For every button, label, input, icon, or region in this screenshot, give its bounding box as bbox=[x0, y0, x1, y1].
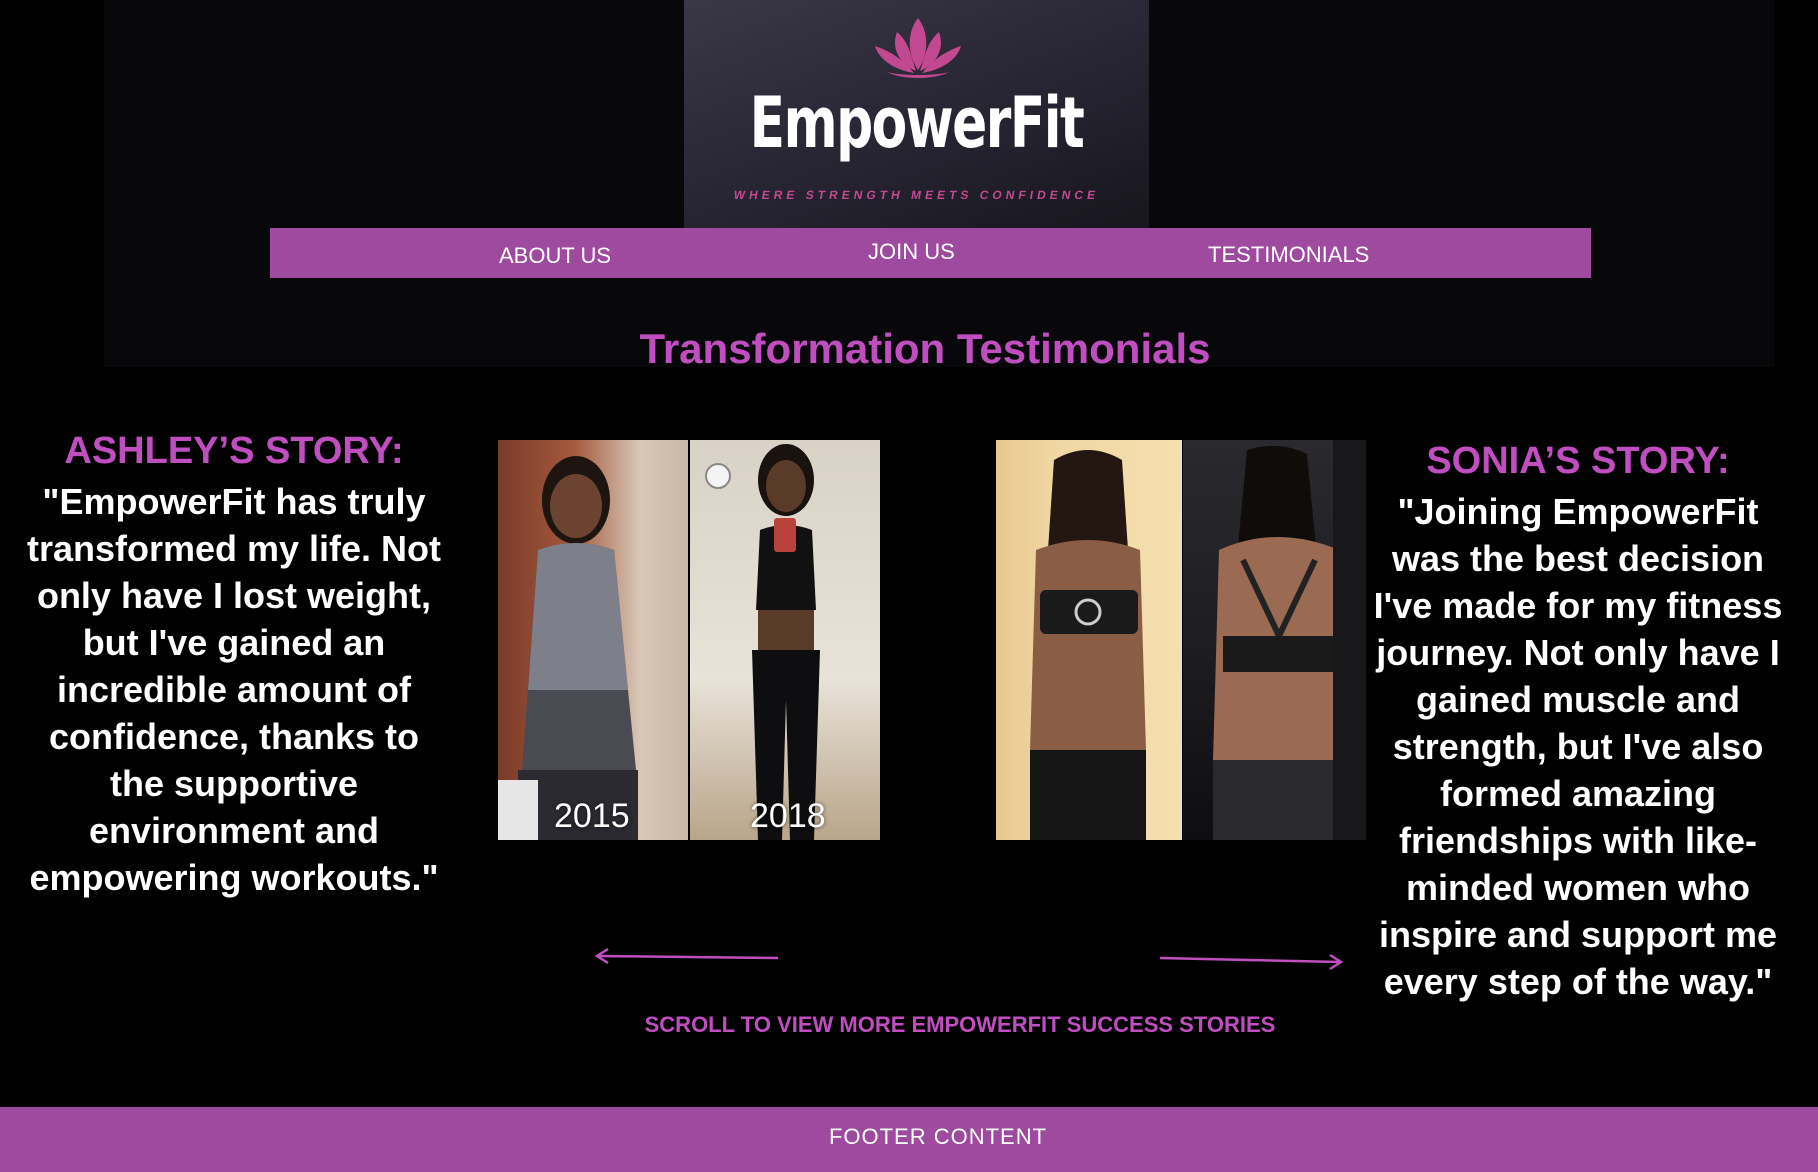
story-quote-sonia: "Joining EmpowerFit was the best decisio… bbox=[1373, 491, 1783, 1002]
arrow-left-icon[interactable] bbox=[594, 946, 780, 970]
brand-tagline: WHERE STRENGTH MEETS CONFIDENCE bbox=[732, 188, 1101, 202]
nav-testimonials[interactable]: TESTIMONIALS bbox=[1208, 230, 1369, 280]
sonia-before-figure bbox=[1030, 450, 1146, 840]
logo-banner: EmpowerFit WHERE STRENGTH MEETS CONFIDEN… bbox=[684, 0, 1149, 228]
footer: FOOTER CONTENT bbox=[0, 1107, 1818, 1172]
story-heading-ashley: ASHLEY’S STORY: bbox=[64, 430, 404, 472]
ashley-before-figure bbox=[498, 456, 638, 840]
photo-year-after: 2018 bbox=[750, 797, 826, 835]
sonia-after-figure bbox=[1213, 440, 1366, 840]
arrow-right-icon[interactable] bbox=[1158, 948, 1344, 972]
photo-panel-before-sonia bbox=[996, 440, 1182, 840]
story-heading-sonia: SONIA’S STORY: bbox=[1426, 440, 1730, 482]
nav-join-us[interactable]: JOIN US bbox=[868, 227, 955, 277]
photo-ashley-before-after: 2015 2018 bbox=[498, 440, 880, 840]
footer-text: FOOTER CONTENT bbox=[828, 1124, 1048, 1149]
photo-panel-after-sonia bbox=[1183, 440, 1366, 840]
scroll-hint-text: SCROLL TO VIEW MORE EMPOWERFIT SUCCESS S… bbox=[644, 1012, 1276, 1037]
story-quote-ashley: "EmpowerFit has truly transformed my lif… bbox=[26, 481, 442, 898]
photo-panel-after: 2018 bbox=[690, 440, 880, 840]
ashley-after-figure bbox=[705, 444, 820, 840]
page-title: Transformation Testimonials bbox=[639, 325, 1211, 372]
photo-panel-before: 2015 bbox=[498, 440, 688, 840]
nav-bar: ABOUT US JOIN US TESTIMONIALS bbox=[270, 228, 1591, 278]
nav-about-us[interactable]: ABOUT US bbox=[499, 231, 611, 281]
brand-name: EmpowerFit bbox=[749, 82, 1085, 164]
photo-sonia-before-after bbox=[996, 440, 1366, 840]
photo-year-before: 2015 bbox=[554, 797, 630, 835]
lotus-icon bbox=[875, 18, 961, 78]
